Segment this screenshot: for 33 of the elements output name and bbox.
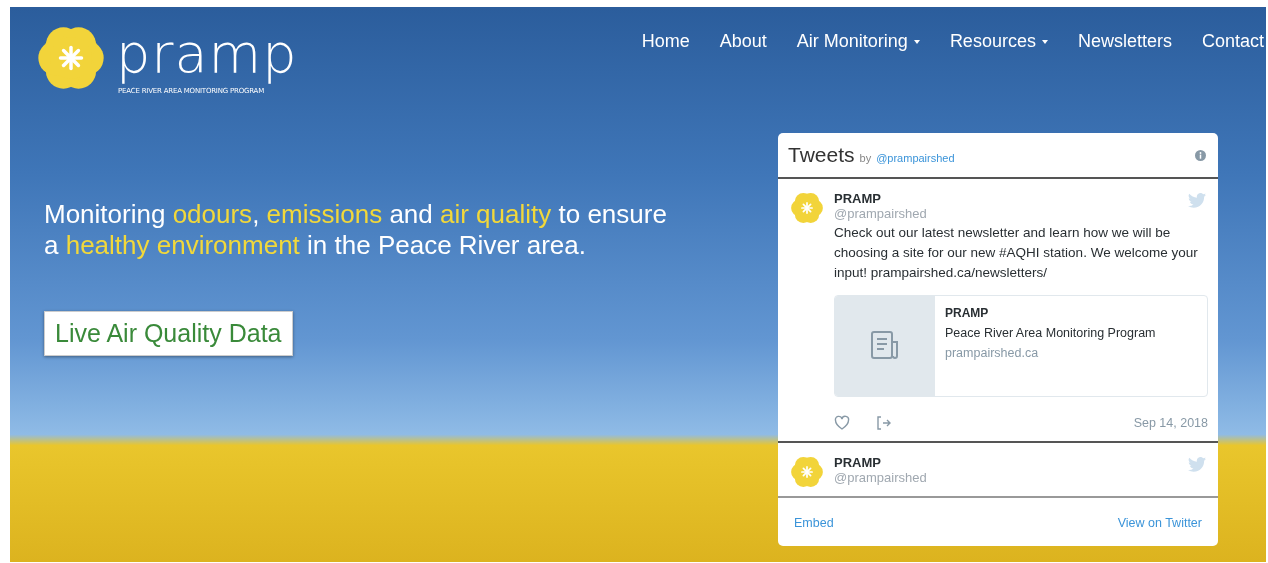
nav-link[interactable]: Resources [934, 31, 1063, 52]
nav-link[interactable]: Home [626, 31, 705, 52]
tweet-text: Check out our latest newsletter and learn how we will be choosing a site for our new #AQHI station. We welcome your input! prampairshed.ca/newsletters/ [834, 224, 1199, 282]
caret-icon [913, 39, 920, 44]
tweet-handle: @prampairshed [834, 206, 927, 221]
link-card[interactable]: PRAMP Peace River Area Monitoring Program prampairshed.ca [834, 295, 1208, 397]
flower-logo-icon [790, 191, 824, 225]
tweet-author: PRAMP [834, 455, 881, 470]
logo-wordmark: pramp [116, 21, 298, 87]
card-description: Peace River Area Monitoring Program [945, 326, 1156, 340]
flower-logo-icon [790, 455, 824, 489]
hero-headline: Monitoring odours, emissions and air quality to ensure a healthy environment in the Peace River area. [44, 199, 668, 261]
by-label: by [859, 152, 872, 164]
nav-link[interactable]: Newsletters [1062, 31, 1187, 52]
card-domain: prampairshed.ca [945, 346, 1040, 360]
nav-link[interactable]: About [704, 31, 782, 52]
tweet-author: PRAMP [834, 191, 881, 206]
nav-link[interactable]: Air Monitoring [781, 31, 935, 52]
live-data-button[interactable]: Live Air Quality Data [44, 311, 293, 356]
card-title: PRAMP [945, 306, 990, 320]
tweet-handle: @prampairshed [834, 470, 927, 485]
share-icon[interactable] [876, 415, 892, 431]
heart-icon[interactable] [834, 415, 850, 431]
view-on-twitter-link[interactable]: View on Twitter [1117, 516, 1202, 530]
bird-icon [1188, 193, 1206, 208]
nav-link[interactable]: Contact [1186, 31, 1266, 52]
tweet-date: Sep 14, 2018 [1133, 416, 1208, 430]
embed-link[interactable]: Embed [794, 516, 834, 530]
bird-icon [1188, 457, 1206, 472]
caret-icon [1041, 39, 1048, 44]
info-icon [1195, 149, 1206, 161]
handle-link[interactable]: @prampairshed [876, 152, 955, 164]
widget-title: Tweets [788, 143, 855, 167]
